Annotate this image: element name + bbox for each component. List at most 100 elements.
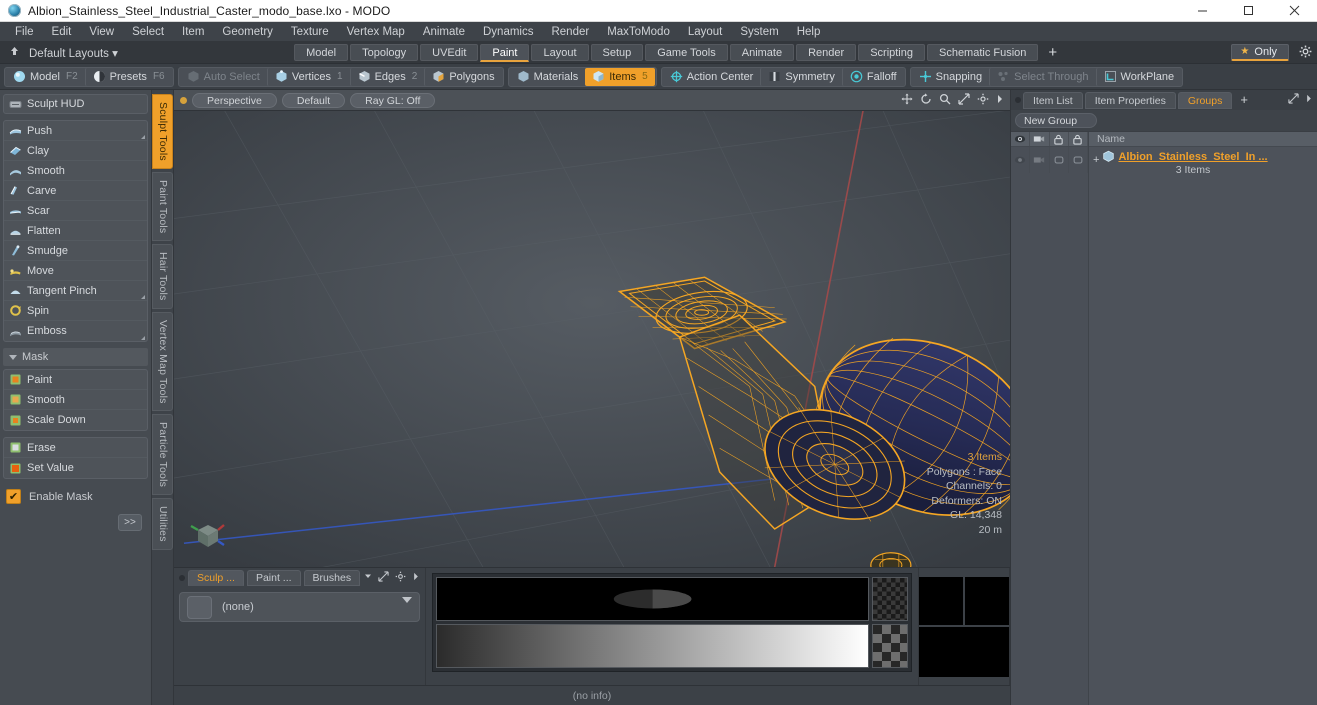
preview-tile[interactable] — [965, 576, 1009, 625]
menu-item-file[interactable]: File — [6, 22, 43, 42]
sculpt-tool-scar[interactable]: Scar — [4, 201, 147, 221]
enable-mask-checkbox[interactable]: ✔ — [6, 489, 21, 504]
minimize-button[interactable] — [1179, 0, 1225, 21]
mode-button-presets[interactable]: Presets F6 — [84, 67, 172, 86]
gear-icon[interactable] — [395, 571, 406, 585]
only-button[interactable]: ★ Only — [1231, 44, 1290, 61]
mask-tool-smooth[interactable]: Smooth — [4, 390, 147, 410]
move-icon[interactable] — [901, 93, 913, 108]
vtab-sculpt-tools[interactable]: Sculpt Tools — [152, 94, 173, 169]
layout-tab-uvedit[interactable]: UVEdit — [420, 44, 479, 61]
sculpt-tool-tangent-pinch[interactable]: Tangent Pinch — [4, 281, 147, 301]
sculpt-tool-spin[interactable]: Spin — [4, 301, 147, 321]
submenu-corner-icon[interactable] — [141, 295, 145, 299]
menu-item-dynamics[interactable]: Dynamics — [474, 22, 542, 42]
render-camera-icon[interactable] — [1030, 132, 1050, 146]
arrow-right-icon[interactable] — [412, 571, 420, 585]
mask-tool-set-value[interactable]: Set Value — [4, 458, 147, 478]
fit-icon[interactable] — [958, 92, 970, 108]
sculpt-tool-push[interactable]: Push — [4, 121, 147, 141]
gear-icon[interactable] — [977, 93, 989, 108]
layout-tab-setup[interactable]: Setup — [590, 44, 644, 61]
selection-button-edges[interactable]: Edges 2 — [349, 67, 425, 86]
menu-item-vertex-map[interactable]: Vertex Map — [338, 22, 414, 42]
layout-tab-topology[interactable]: Topology — [350, 44, 419, 61]
mask-section-header[interactable]: Mask — [3, 348, 148, 366]
row-lock-toggle[interactable] — [1050, 147, 1069, 173]
lock-icon[interactable] — [1050, 132, 1069, 146]
alpha-preview[interactable] — [435, 577, 869, 621]
brush-selector[interactable]: (none) — [179, 592, 420, 622]
menu-item-geometry[interactable]: Geometry — [213, 22, 282, 42]
viewport-menu-dot-icon[interactable] — [180, 96, 187, 104]
select-through-button[interactable]: Select Through — [989, 67, 1095, 86]
row-render-toggle[interactable] — [1030, 147, 1050, 173]
rtab-item-properties[interactable]: Item Properties — [1084, 91, 1176, 109]
gradient-ramp[interactable] — [435, 624, 869, 668]
selection-button-auto-select[interactable]: Auto Select — [180, 68, 267, 86]
row-visibility-toggle[interactable] — [1011, 147, 1031, 173]
sculpt-tool-flatten[interactable]: Flatten — [4, 221, 147, 241]
viewport-view-selector[interactable]: Perspective — [192, 92, 277, 108]
gear-icon[interactable] — [1293, 45, 1317, 61]
menu-item-system[interactable]: System — [731, 22, 787, 42]
menu-item-texture[interactable]: Texture — [282, 22, 338, 42]
expand-icon[interactable] — [1288, 93, 1299, 107]
close-button[interactable] — [1271, 0, 1317, 21]
gradient-checker-chip[interactable] — [872, 624, 908, 668]
sculpt-tool-move[interactable]: Move — [4, 261, 147, 281]
axis-cube-icon[interactable] — [188, 515, 228, 555]
sculpt-tool-smudge[interactable]: Smudge — [4, 241, 147, 261]
preview-tile[interactable] — [919, 576, 963, 625]
rotate-icon[interactable] — [920, 92, 932, 108]
menu-item-select[interactable]: Select — [123, 22, 173, 42]
menu-item-render[interactable]: Render — [542, 22, 598, 42]
viewport-shading-selector[interactable]: Default — [281, 92, 346, 108]
menu-item-item[interactable]: Item — [173, 22, 213, 42]
btab-sculpt[interactable]: Sculp ... — [188, 569, 244, 586]
vtab-utilities[interactable]: Utilities — [152, 498, 173, 550]
new-group-button[interactable]: New Group — [1015, 113, 1097, 128]
snapping-button[interactable]: Snapping — [912, 68, 990, 86]
sculpt-hud-button[interactable]: Sculpt HUD — [3, 94, 148, 114]
eye-icon[interactable] — [1011, 132, 1031, 146]
image-preview-tiles[interactable] — [919, 576, 1009, 677]
expand-icon[interactable] — [378, 570, 389, 585]
arrow-right-icon[interactable] — [996, 93, 1004, 108]
vtab-paint-tools[interactable]: Paint Tools — [152, 171, 173, 242]
submenu-corner-icon[interactable] — [141, 336, 145, 340]
layout-tab-model[interactable]: Model — [294, 44, 349, 61]
enable-mask-row[interactable]: ✔ Enable Mask — [3, 485, 148, 508]
workplane-button[interactable]: WorkPlane — [1095, 67, 1182, 86]
vtab-particle-tools[interactable]: Particle Tools — [152, 414, 173, 496]
3d-viewport[interactable]: 3 Items Polygons : Face Channels: 0 Defo… — [174, 111, 1010, 567]
panel-menu-dot-icon[interactable] — [1015, 97, 1021, 103]
selection-button-vertices[interactable]: Vertices 1 — [266, 67, 350, 86]
layout-tab-scripting[interactable]: Scripting — [858, 44, 925, 61]
sculpt-tool-clay[interactable]: Clay — [4, 141, 147, 161]
mask-tool-paint[interactable]: Paint — [4, 370, 147, 390]
layout-tab-paint[interactable]: Paint — [480, 43, 530, 62]
menu-item-edit[interactable]: Edit — [43, 22, 81, 42]
symmetry-button[interactable]: Symmetry — [760, 67, 842, 86]
mask-tool-scale-down[interactable]: Scale Down — [4, 410, 147, 430]
lock-alt-icon[interactable] — [1069, 132, 1088, 146]
selection-button-items[interactable]: Items 5 — [585, 67, 655, 86]
submenu-corner-icon[interactable] — [141, 135, 145, 139]
layout-tab-game-tools[interactable]: Game Tools — [645, 44, 728, 61]
group-name[interactable]: Albion_Stainless_Steel_In ... — [1118, 148, 1267, 163]
arrow-right-icon[interactable] — [1305, 93, 1313, 107]
vtab-vertex-map-tools[interactable]: Vertex Map Tools — [152, 311, 173, 412]
expand-panel-button[interactable]: >> — [118, 514, 142, 531]
mode-button-model[interactable]: Model F2 — [6, 68, 85, 86]
row-lock-alt-toggle[interactable] — [1069, 147, 1088, 173]
falloff-button[interactable]: Falloff — [841, 67, 904, 86]
menu-item-help[interactable]: Help — [788, 22, 830, 42]
menu-item-view[interactable]: View — [80, 22, 123, 42]
maximize-button[interactable] — [1225, 0, 1271, 21]
sculpt-tool-carve[interactable]: Carve — [4, 181, 147, 201]
btab-paint[interactable]: Paint ... — [246, 569, 301, 586]
add-panel-tab-button[interactable]: + — [1234, 92, 1254, 109]
layout-tab-layout[interactable]: Layout — [531, 44, 589, 61]
groups-list[interactable]: Name + Albion_Stainless_Steel_In ... 3 I… — [1011, 131, 1317, 705]
